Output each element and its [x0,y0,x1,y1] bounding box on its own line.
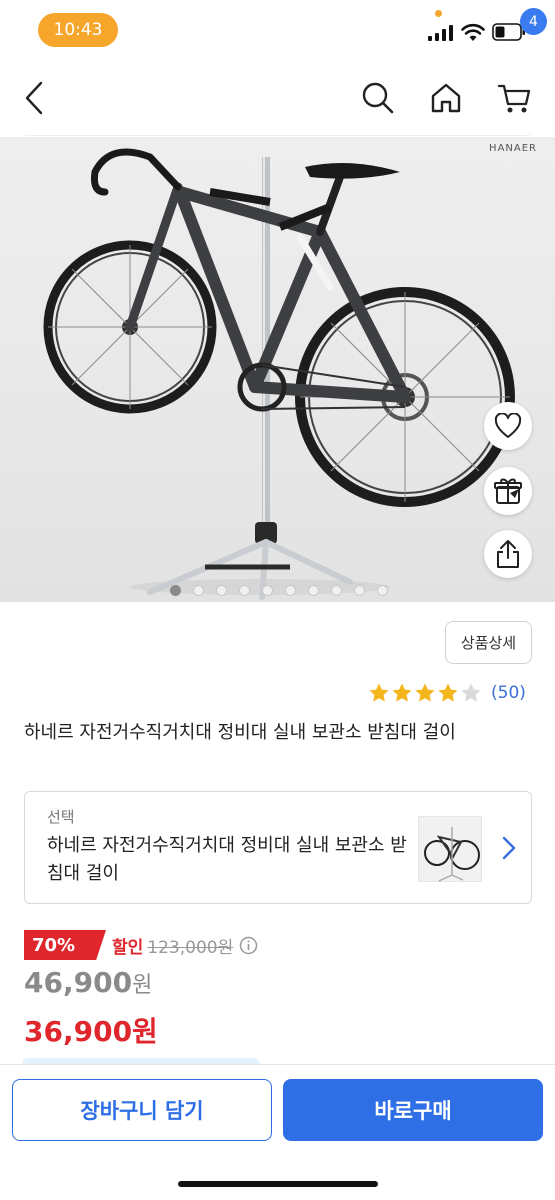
review-count[interactable]: (50) [491,683,526,703]
privacy-indicator-dot [435,10,442,17]
discount-label: 할인 [112,937,144,958]
home-icon [431,83,461,113]
home-indicator [178,1181,378,1187]
chevron-right-icon [502,836,516,860]
carousel-dot[interactable] [285,585,296,596]
option-thumbnail [418,816,482,882]
product-title: 하네르 자전거수직거치대 정비대 실내 보관소 받침대 걸이 [24,722,456,743]
wishlist-button[interactable] [484,402,532,450]
heart-icon [494,413,522,438]
top-navigation-bar [0,62,555,134]
back-button[interactable] [14,62,54,134]
discount-rate-badge: 70% [24,930,106,960]
discount-row: 70% 할인 123,000원 [24,930,258,960]
carousel-dot[interactable] [308,585,319,596]
star-filled-icon [392,683,412,702]
buy-now-button[interactable]: 바로구매 [283,1079,543,1141]
add-to-cart-button[interactable]: 장바구니 담기 [12,1079,272,1141]
member-price-unit: 원 [132,973,153,998]
carousel-dot[interactable] [193,585,204,596]
carousel-pagination [170,585,388,597]
bottom-action-bar: 장바구니 담기 바로구매 [0,1064,555,1200]
carousel-dot[interactable] [170,585,181,596]
cart-count-badge: 4 [520,8,547,35]
gift-icon [494,478,522,504]
star-empty-icon [461,683,481,702]
search-button[interactable] [357,62,399,134]
cart-icon [497,84,531,113]
home-button[interactable] [425,62,467,134]
gift-button[interactable] [484,467,532,515]
brand-watermark: HANAER [489,143,537,154]
option-selector[interactable]: 선택 하네르 자전거수직거치대 정비대 실내 보관소 받침대 걸이 [24,791,532,904]
search-icon [362,82,394,114]
wifi-icon [461,23,485,41]
carousel-dot[interactable] [354,585,365,596]
status-time: 10:43 [38,13,118,47]
chevron-left-icon [25,81,43,115]
member-price: 46,900원 [24,966,152,999]
option-caption: 선택 [47,808,75,826]
carousel-dot[interactable] [377,585,388,596]
carousel-dot[interactable] [262,585,273,596]
rating-summary[interactable]: (50) [368,682,526,704]
status-bar: 10:43 [0,0,555,62]
star-filled-icon [369,683,389,702]
carousel-dot[interactable] [216,585,227,596]
info-icon[interactable] [239,936,258,955]
cellular-signal-icon [428,25,453,41]
share-icon [497,540,519,568]
carousel-dot[interactable] [239,585,250,596]
option-name: 하네르 자전거수직거치대 정비대 실내 보관소 받침대 걸이 [47,835,407,884]
star-filled-icon [438,683,458,702]
product-image-carousel[interactable]: HANAER [0,137,555,602]
bicycle-on-stand-image [43,148,515,600]
original-price: 123,000원 [147,937,234,958]
cart-button[interactable] [493,62,537,134]
product-detail-button[interactable]: 상품상세 [445,621,532,664]
bicycle-thumbnail-image [424,827,480,882]
rating-stars [368,682,482,704]
nav-divider [22,130,532,136]
final-price: 36,900원 [24,1015,158,1048]
member-price-value: 46,900 [24,966,133,999]
star-filled-icon [415,683,435,702]
share-button[interactable] [484,530,532,578]
carousel-dot[interactable] [331,585,342,596]
